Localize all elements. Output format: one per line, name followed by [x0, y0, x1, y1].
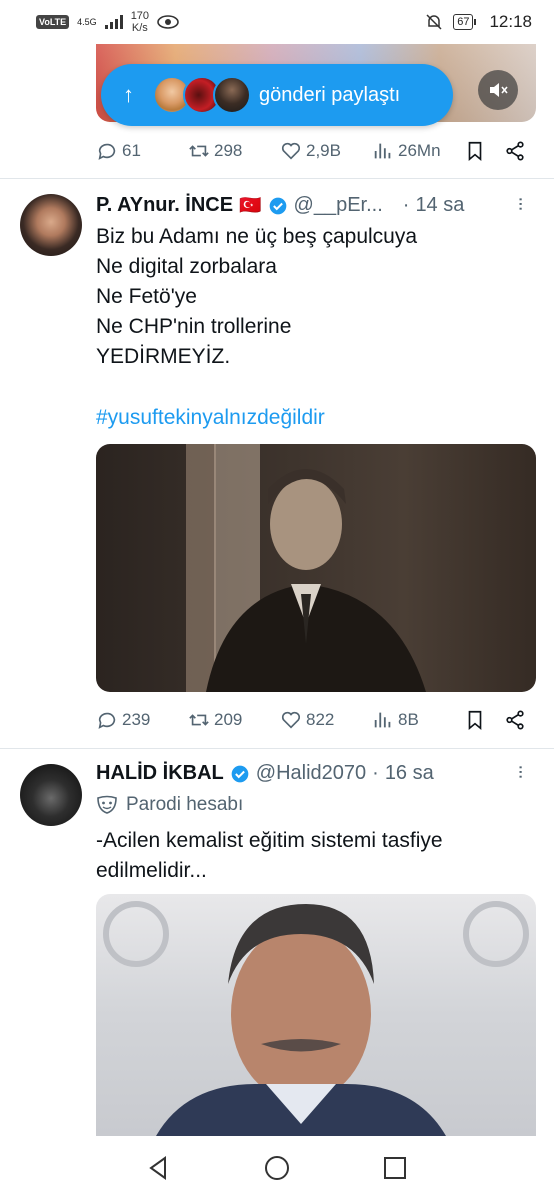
share-button[interactable] — [504, 709, 534, 731]
reply-button[interactable]: 61 — [96, 140, 188, 162]
like-button[interactable]: 2,9B — [280, 140, 372, 162]
mute-button[interactable] — [478, 70, 518, 110]
retweet-button[interactable]: 209 — [188, 709, 280, 731]
share-icon — [506, 710, 524, 730]
speed-value: 170 — [130, 10, 150, 22]
tweet-line: Ne digital zorbalara — [96, 255, 277, 278]
retweet-icon — [189, 714, 209, 726]
like-icon — [281, 711, 301, 729]
status-bar: VoLTE 4.5G 170 K/s 67 12:18 — [0, 0, 554, 44]
tweet-time[interactable]: 16 sa — [385, 762, 434, 785]
tweet-line: -Acilen kemalist eğitim sistemi tasfiye — [96, 829, 443, 852]
reply-icon — [98, 712, 116, 729]
views-icon — [374, 143, 391, 159]
retweet-count: 298 — [214, 141, 243, 160]
like-count: 822 — [306, 710, 335, 729]
parody-label: Parodi hesabı — [126, 794, 244, 815]
like-count: 2,9B — [306, 141, 341, 160]
reply-count: 61 — [122, 141, 141, 160]
bookmark-button[interactable] — [464, 709, 504, 731]
reply-icon — [98, 143, 116, 160]
tweet-actions: 239 209 822 8B — [96, 705, 536, 735]
like-icon — [281, 142, 301, 160]
tweet-header: HALİD İKBAL @Halid2070 · 16 sa — [96, 762, 434, 785]
views-count: 8B — [398, 710, 419, 729]
home-icon[interactable] — [263, 1154, 291, 1182]
tweet-actions: 61 298 2,9B 26Mn — [96, 136, 536, 166]
share-button[interactable] — [504, 140, 534, 162]
photo-content — [103, 901, 529, 1136]
pill-label: gönderi paylaştı — [259, 83, 401, 106]
views-icon — [374, 712, 391, 728]
reply-button[interactable]: 239 — [96, 709, 188, 731]
network-type: 4.5G — [77, 16, 97, 27]
signal-icon — [104, 15, 123, 29]
tweet-photo[interactable] — [96, 894, 536, 1136]
avatar[interactable] — [20, 764, 82, 826]
divider — [0, 178, 554, 179]
back-icon[interactable] — [145, 1154, 173, 1182]
avatar[interactable] — [20, 194, 82, 256]
bookmark-icon — [468, 710, 482, 731]
avatar — [213, 76, 251, 114]
bookmark-button[interactable] — [464, 140, 504, 162]
tweet-header: P. AYnur. İNCE 🇹🇷 @__pEr... · 14 sa — [96, 194, 464, 217]
author-handle[interactable]: @__pEr... — [294, 194, 383, 217]
tweet-line: Biz bu Adamı ne üç beş çapulcuya — [96, 225, 418, 248]
more-icon[interactable]: ··· — [509, 764, 532, 778]
photo-content — [186, 444, 426, 692]
system-nav-bar — [0, 1136, 554, 1200]
verified-icon — [231, 765, 249, 782]
pill-avatars — [153, 76, 251, 114]
mute-bell-icon — [426, 14, 442, 30]
retweet-count: 209 — [214, 710, 243, 729]
new-posts-pill[interactable]: ↑ gönderi paylaştı — [101, 64, 453, 126]
bookmark-icon — [468, 141, 482, 162]
author-handle[interactable]: @Halid2070 — [256, 762, 366, 785]
separator: · — [372, 762, 379, 784]
tweet-line: YEDİRMEYİZ. — [96, 345, 231, 368]
clock: 12:18 — [489, 12, 532, 31]
views-count: 26Mn — [398, 141, 441, 160]
divider — [0, 748, 554, 749]
recents-icon[interactable] — [381, 1154, 409, 1182]
separator: · — [402, 194, 410, 216]
views-button[interactable]: 26Mn — [372, 140, 464, 162]
turkey-flag-icon: 🇹🇷 — [239, 195, 262, 215]
tweet-line: Ne CHP'nin trollerine — [96, 315, 292, 338]
retweet-button[interactable]: 298 — [188, 140, 280, 162]
hashtag-link[interactable]: #yusuftekinyalnızdeğildir — [96, 406, 325, 430]
tweet-text: Biz bu Adamı ne üç beş çapulcuya Ne digi… — [96, 222, 417, 372]
eye-icon — [157, 15, 179, 29]
like-button[interactable]: 822 — [280, 709, 372, 731]
views-button[interactable]: 8B — [372, 709, 464, 731]
parody-badge: Parodi hesabı — [96, 794, 243, 816]
network-speed: 170 K/s — [131, 10, 149, 34]
network-type-label: 4.5G — [77, 16, 97, 27]
tweet-time[interactable]: 14 sa — [415, 194, 464, 217]
mask-icon — [97, 795, 117, 814]
speed-unit: K/s — [131, 22, 148, 34]
arrow-up-icon: ↑ — [123, 82, 134, 107]
retweet-icon — [189, 145, 209, 157]
battery-indicator: 67 — [453, 14, 477, 30]
verified-icon — [269, 197, 286, 214]
author-name[interactable]: HALİD İKBAL — [96, 762, 224, 785]
share-icon — [506, 141, 524, 161]
tweet-line: Ne Fetö'ye — [96, 285, 197, 308]
reply-count: 239 — [122, 710, 151, 729]
volte-indicator: VoLTE — [36, 15, 70, 29]
tweet-photo[interactable] — [96, 444, 536, 692]
tweet-line: edilmelidir... — [96, 859, 207, 882]
more-icon[interactable]: ··· — [509, 196, 532, 210]
author-name[interactable]: P. AYnur. İNCE — [96, 194, 233, 217]
mute-icon — [490, 83, 508, 97]
tweet-text: -Acilen kemalist eğitim sistemi tasfiye … — [96, 826, 443, 886]
